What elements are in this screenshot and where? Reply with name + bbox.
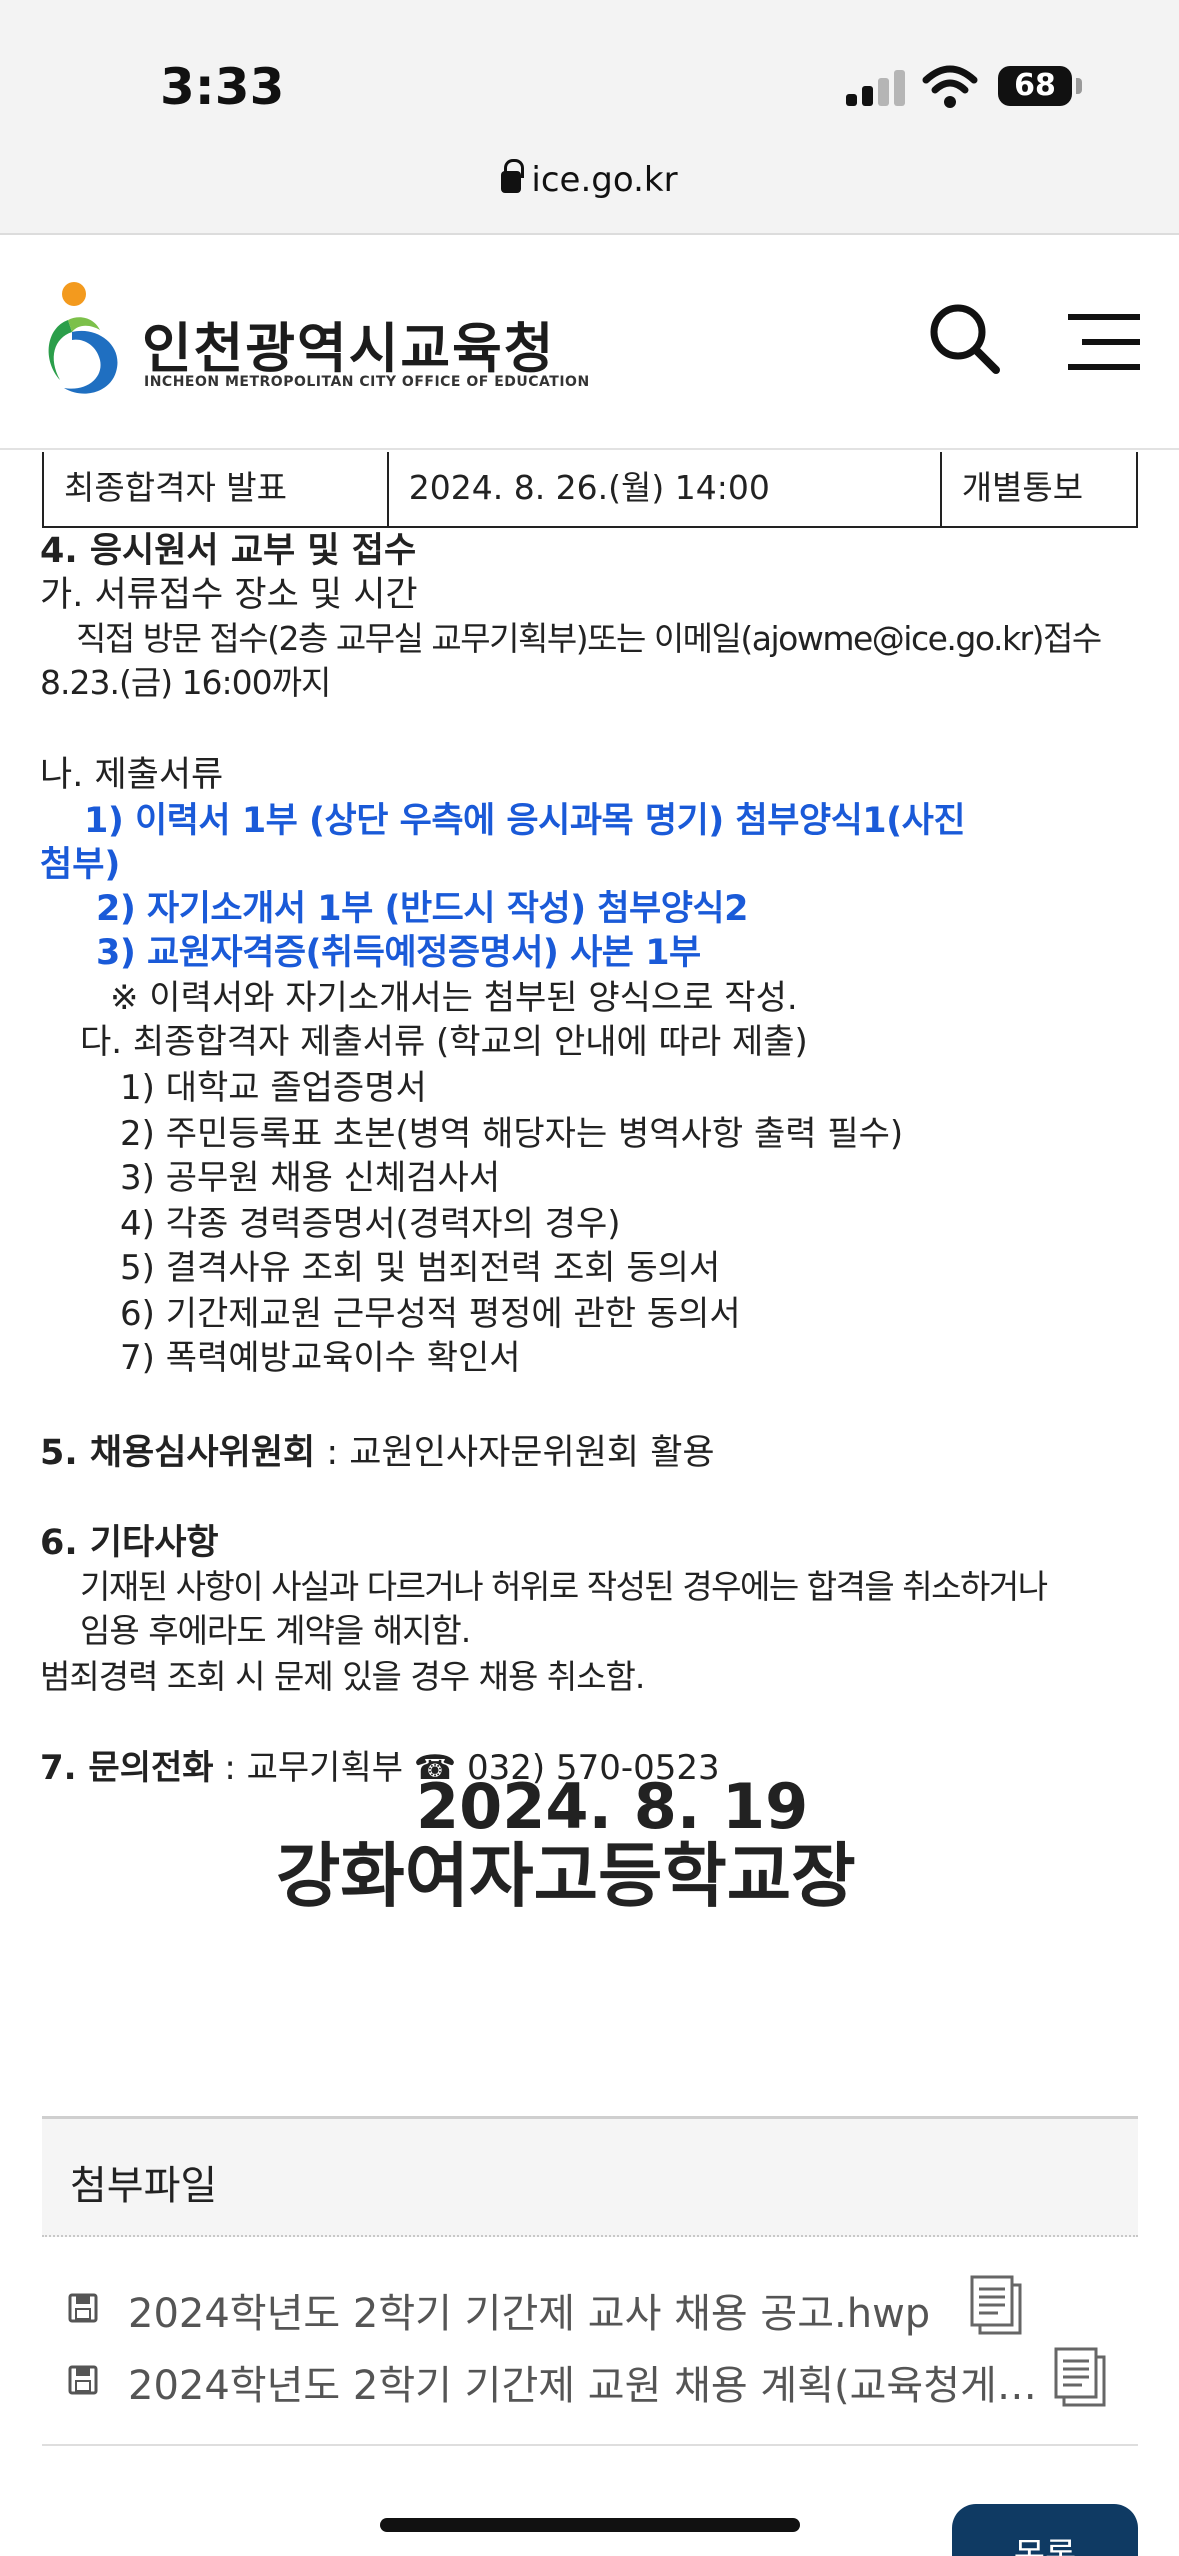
school-principal-signature: 강화여자고등학교장 [276, 1835, 856, 1917]
section-6-title: 6. 기타사항 [40, 1523, 219, 1563]
section-6-line1: 기재된 사항이 사실과 다르거나 허위로 작성된 경우에는 합격을 취소하거나 [80, 1567, 1048, 1606]
section-4-da-item-1: 1) 대학교 졸업증명서 [120, 1068, 427, 1108]
attachment-file-2[interactable]: 2024학년도 2학기 기간제 교원 채용 계획(교육청게시용).hwp [68, 2347, 1108, 2409]
site-name-korean[interactable]: 인천광역시교육청 [142, 304, 555, 383]
url-bar[interactable]: ice.go.kr [0, 159, 1179, 200]
section-7-title: 7. 문의전화 [40, 1748, 214, 1788]
attachments-title: 첨부파일 [70, 2163, 218, 2209]
section-4-da-item-2: 2) 주민등록표 초본(병역 해당자는 병역사항 출력 필수) [120, 1114, 904, 1154]
section-4-na-title: 나. 제출서류 [40, 755, 224, 795]
section-5-text: : 교원인사자문위원회 활용 [315, 1433, 715, 1473]
floppy-disk-icon [68, 2293, 98, 2323]
cellular-signal-icon [846, 70, 906, 106]
hamburger-menu-icon[interactable] [1068, 310, 1140, 374]
section-4-da-item-7: 7) 폭력예방교육이수 확인서 [120, 1338, 521, 1378]
section-5-title: 5. 채용심사위원회 [40, 1433, 316, 1473]
certificate-item-text: 3) 교원자격증(취득예정증명서) 사본 1부 [96, 933, 701, 973]
floppy-disk-icon [68, 2365, 98, 2395]
table-cell-label: 최종합격자 발표 [44, 452, 389, 526]
section-4-ga-title: 가. 서류접수 장소 및 시간 [40, 575, 418, 615]
section-4-da-item-6: 6) 기간제교원 근무성적 평정에 관한 동의서 [120, 1294, 741, 1334]
attachment-file-1-name[interactable]: 2024학년도 2학기 기간제 교사 채용 공고.hwp [128, 2281, 948, 2339]
url-text: ice.go.kr [531, 160, 678, 200]
section-6-line2: 임용 후에라도 계약을 해지함. [80, 1611, 471, 1650]
attachment-file-2-name[interactable]: 2024학년도 2학기 기간제 교원 채용 계획(교육청게시용).hwp [128, 2353, 1048, 2411]
attachment-form1-link-line1[interactable]: 1) 이력서 1부 (상단 우측에 응시과목 명기) 첨부양식1(사진 [84, 792, 966, 843]
section-4-ga-line1: 직접 방문 접수(2층 교무실 교무기획부)또는 이메일(ajowme@ice.… [76, 619, 1102, 658]
section-4-da-item-5: 5) 결격사유 조회 및 범죄전력 조회 동의서 [120, 1248, 721, 1288]
document-preview-icon[interactable] [1052, 2347, 1108, 2409]
status-time: 3:33 [160, 58, 285, 116]
section-6-line3: 범죄경력 조회 시 문제 있을 경우 채용 취소함. [40, 1657, 645, 1696]
list-button[interactable]: 목록 [952, 2504, 1138, 2556]
table-cell-note: 개별통보 [961, 468, 1084, 507]
section-4-da-title: 다. 최종합격자 제출서류 (학교의 안내에 따라 제출) [80, 1022, 808, 1062]
section-4-ga-line2: 8.23.(금) 16:00까지 [40, 663, 331, 702]
attachments-header: 첨부파일 [42, 2119, 1138, 2237]
document-preview-icon[interactable] [968, 2275, 1024, 2337]
section-4-na-note: ※ 이력서와 자기소개서는 첨부된 양식으로 작성. [110, 978, 798, 1018]
attachment-file-1[interactable]: 2024학년도 2학기 기간제 교사 채용 공고.hwp [68, 2275, 1108, 2337]
battery-icon: 68 [998, 66, 1072, 106]
attachments-panel: 첨부파일 2024학년도 2학기 기간제 교사 채용 공고.hwp 2024학년… [42, 2116, 1138, 2446]
site-name-english: INCHEON METROPOLITAN CITY OFFICE OF EDUC… [144, 374, 590, 390]
table-cell-datetime: 2024. 8. 26.(월) 14:00 [389, 452, 942, 526]
battery-tip [1076, 78, 1082, 94]
section-4-da-item-3: 3) 공무원 채용 신체검사서 [120, 1158, 501, 1198]
lock-icon [501, 159, 525, 193]
section-4-da-item-4: 4) 각종 경력증명서(경력자의 경우) [120, 1204, 621, 1244]
wifi-icon [922, 65, 978, 108]
office-logo-icon[interactable] [38, 280, 130, 400]
section-5: 5. 채용심사위원회 : 교원인사자문위원회 활용 [40, 1424, 715, 1475]
search-icon[interactable] [926, 300, 1002, 376]
browser-top-bar: 3:33 68 ice.go.kr [0, 0, 1179, 235]
schedule-table-row: 최종합격자 발표 2024. 8. 26.(월) 14:00 개별통보 [42, 452, 1138, 528]
home-indicator[interactable] [380, 2518, 800, 2532]
